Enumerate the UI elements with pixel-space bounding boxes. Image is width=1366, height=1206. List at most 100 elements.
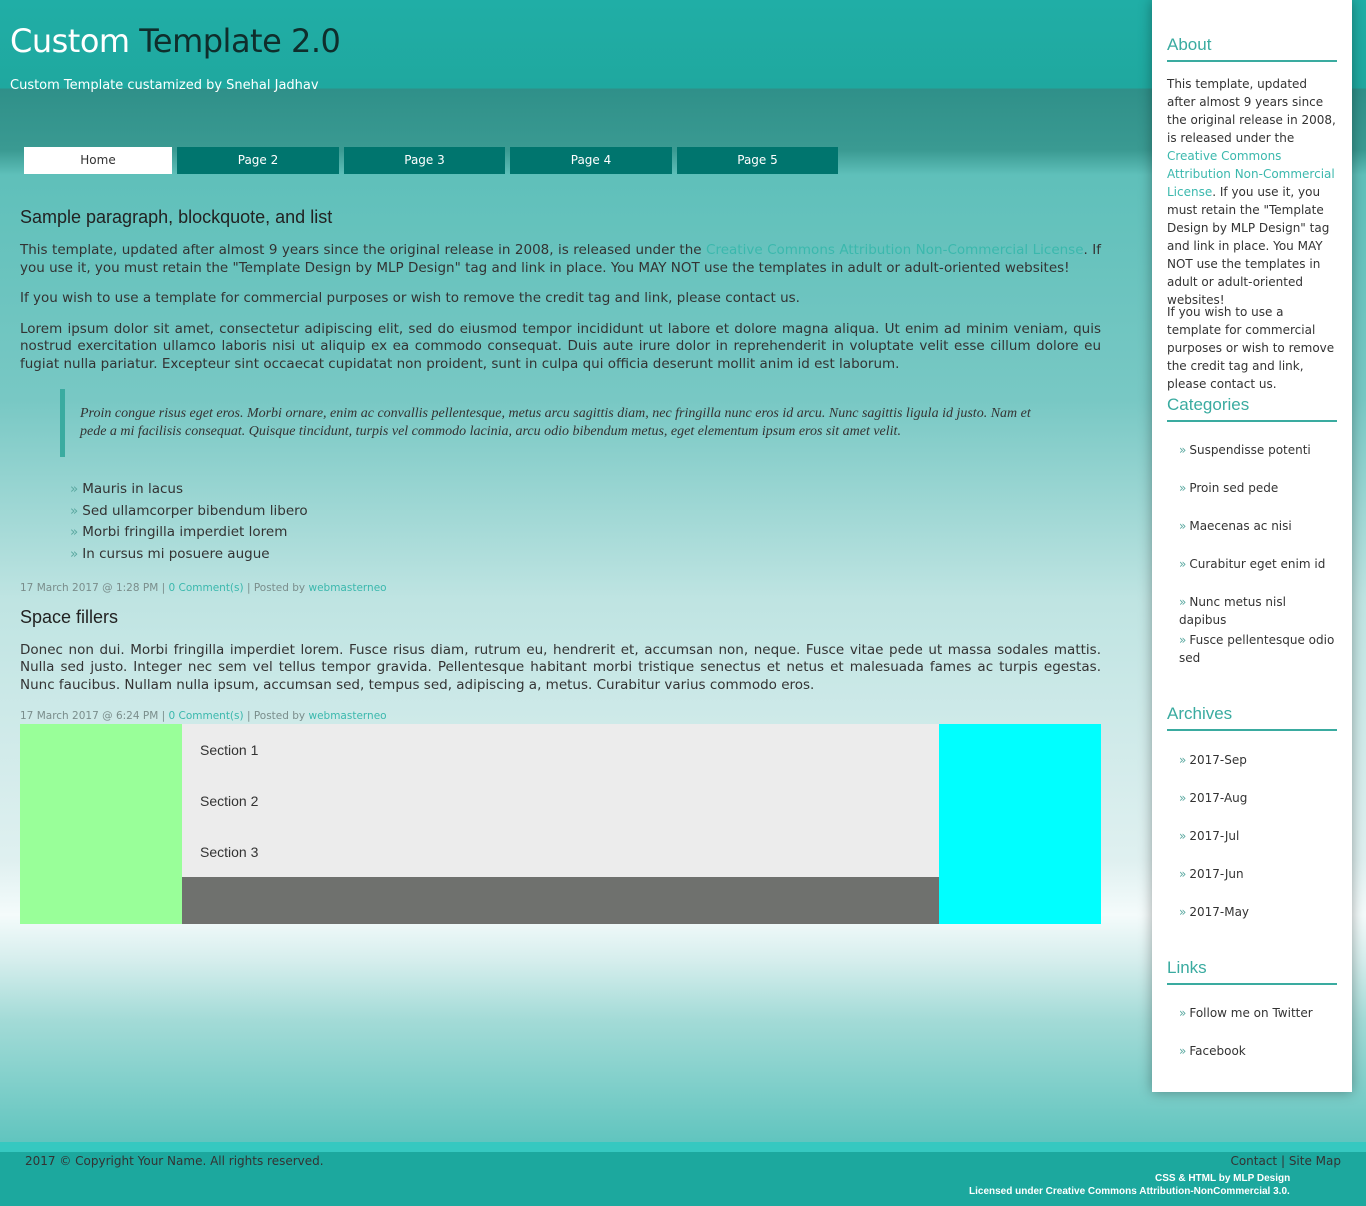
meta-separator: | [158,710,169,723]
sidebar-link-facebook[interactable]: » Facebook [1179,1042,1337,1060]
list-item: » Sed ullamcorper bibendum libero [70,501,1101,523]
section-item-1[interactable]: Section 1 [200,742,258,758]
sidebar-item-category[interactable]: » Proin sed pede [1179,479,1337,497]
sidebar-item-category[interactable]: » Suspendisse potenti [1179,441,1337,459]
nav-page-3[interactable]: Page 3 [344,147,505,174]
license-line[interactable]: Licensed under Creative Commons Attribut… [969,1186,1290,1197]
list-item-label: In cursus mi posuere augue [82,546,270,563]
post-paragraph: Donec non dui. Morbi fringilla imperdiet… [20,641,1101,693]
posted-by-label: | Posted by [243,710,309,723]
raquo-icon: » [1179,595,1187,609]
sidebar-item-archive[interactable]: » 2017-Jul [1179,827,1337,845]
section-left-panel [20,724,182,924]
sidebar-item-archive[interactable]: » 2017-Aug [1179,789,1337,807]
post-meta: 17 March 2017 @ 1:28 PM | 0 Comment(s) |… [20,582,1101,594]
author-link[interactable]: webmasterneo [308,710,386,722]
footer-separator: | [1277,1154,1289,1168]
site-title-part2: Template 2.0 [129,22,341,60]
section-right-panel [939,724,1101,924]
raquo-icon: » [70,546,79,563]
paragraph-text: This template, updated after almost 9 ye… [20,242,707,258]
list-item: » Morbi fringilla imperdiet lorem [70,522,1101,544]
category-label: Proin sed pede [1189,481,1279,495]
raquo-icon: » [1179,1006,1187,1020]
about-text: . If you use it, you must retain the "Te… [1167,185,1330,307]
nav-page-2[interactable]: Page 2 [177,147,339,174]
sidebar-item-category[interactable]: » Nunc metus nisl dapibus [1179,593,1337,629]
post-paragraph: If you wish to use a template for commer… [20,290,800,306]
post-date: 17 March 2017 @ 6:24 PM [20,710,159,723]
post-meta: 17 March 2017 @ 6:24 PM | 0 Comment(s) |… [20,710,1101,722]
sidebar-about-text: This template, updated after almost 9 ye… [1167,75,1339,309]
raquo-icon: » [70,524,79,541]
posted-by-label: | Posted by [243,581,309,594]
footer-strip [0,1142,1366,1152]
category-label: Suspendisse potenti [1189,443,1311,457]
archive-label: 2017-Jun [1189,867,1244,881]
post-blockquote: Proin congue risus eget eros. Morbi orna… [60,389,1047,457]
raquo-icon: » [1179,905,1187,919]
category-label: Nunc metus nisl dapibus [1179,595,1286,627]
comments-link[interactable]: 0 Comment(s) [168,582,243,594]
sidebar-item-archive[interactable]: » 2017-Jun [1179,865,1337,883]
link-label: Follow me on Twitter [1189,1006,1313,1020]
credit-line[interactable]: CSS & HTML by MLP Design [1155,1173,1290,1184]
sidebar-heading-about: About [1167,35,1337,62]
main-content: Sample paragraph, blockquote, and list T… [20,206,1101,734]
sidebar-about-text-2: If you wish to use a template for commer… [1167,305,1335,391]
list-item-label: Mauris in lacus [82,481,184,497]
post-title: Sample paragraph, blockquote, and list [20,207,333,227]
post: Space fillers Donec non dui. Morbi fring… [20,606,1101,723]
post: Sample paragraph, blockquote, and list T… [20,206,1101,594]
archive-label: 2017-Aug [1189,791,1248,805]
contact-link[interactable]: Contact [1230,1154,1277,1168]
site-header: Custom Template 2.0 Custom Template cust… [0,0,1150,175]
site-title-part1: Custom [10,22,130,60]
copyright-text: 2017 © Copyright Your Name. All rights r… [25,1154,324,1168]
sidebar-item-archive[interactable]: » 2017-Sep [1179,751,1337,769]
nav-page-5[interactable]: Page 5 [677,147,838,174]
archive-label: 2017-May [1189,905,1250,919]
sidebar-item-archive[interactable]: » 2017-May [1179,903,1337,921]
raquo-icon: » [1179,481,1187,495]
post-list: » Mauris in lacus » Sed ullamcorper bibend… [70,479,1101,566]
section-block: Section 1 Section 2 Section 3 [20,724,1101,924]
section-item-2[interactable]: Section 2 [200,793,258,809]
footer-links: Contact | Site Map [1230,1154,1341,1168]
raquo-icon: » [1179,519,1187,533]
section-menu: Section 1 Section 2 Section 3 [182,724,939,877]
list-item: » In cursus mi posuere augue [70,544,1101,566]
section-item-3[interactable]: Section 3 [200,844,258,860]
sidebar-item-category[interactable]: » Maecenas ac nisi [1179,517,1337,535]
sidebar-heading-links: Links [1167,958,1337,985]
raquo-icon: » [70,481,79,497]
raquo-icon: » [1179,557,1187,571]
archive-label: 2017-Sep [1189,753,1247,767]
sitemap-link[interactable]: Site Map [1289,1154,1341,1168]
about-text: This template, updated after almost 9 ye… [1167,77,1336,145]
link-label: Facebook [1189,1044,1246,1058]
sidebar-item-category[interactable]: » Curabitur eget enim id [1179,555,1337,573]
sidebar-heading-categories: Categories [1167,395,1337,422]
sidebar-link-twitter[interactable]: » Follow me on Twitter [1179,1004,1337,1022]
raquo-icon: » [1179,753,1187,767]
raquo-icon: » [1179,443,1187,457]
list-item-label: Morbi fringilla imperdiet lorem [82,524,288,541]
meta-separator: | [158,581,169,594]
license-link[interactable]: Creative Commons Attribution Non-Commerc… [706,242,1084,258]
section-bottom-bar [182,877,939,924]
nav-home[interactable]: Home [24,147,172,174]
nav-page-4[interactable]: Page 4 [510,147,672,174]
comments-link[interactable]: 0 Comment(s) [168,710,243,722]
post-paragraph: Lorem ipsum dolor sit amet, consectetur … [20,320,1101,372]
raquo-icon: » [1179,1044,1187,1058]
site-title[interactable]: Custom Template 2.0 [10,22,341,60]
category-label: Fusce pellentesque odio sed [1179,633,1335,665]
post-paragraph: This template, updated after almost 9 ye… [20,242,1101,277]
raquo-icon: » [1179,829,1187,843]
author-link[interactable]: webmasterneo [308,582,386,594]
post-date: 17 March 2017 @ 1:28 PM [20,581,159,594]
sidebar-item-category[interactable]: » Fusce pellentesque odio sed [1179,631,1337,667]
archive-label: 2017-Jul [1189,829,1240,843]
list-item: » Mauris in lacus [70,479,1101,501]
